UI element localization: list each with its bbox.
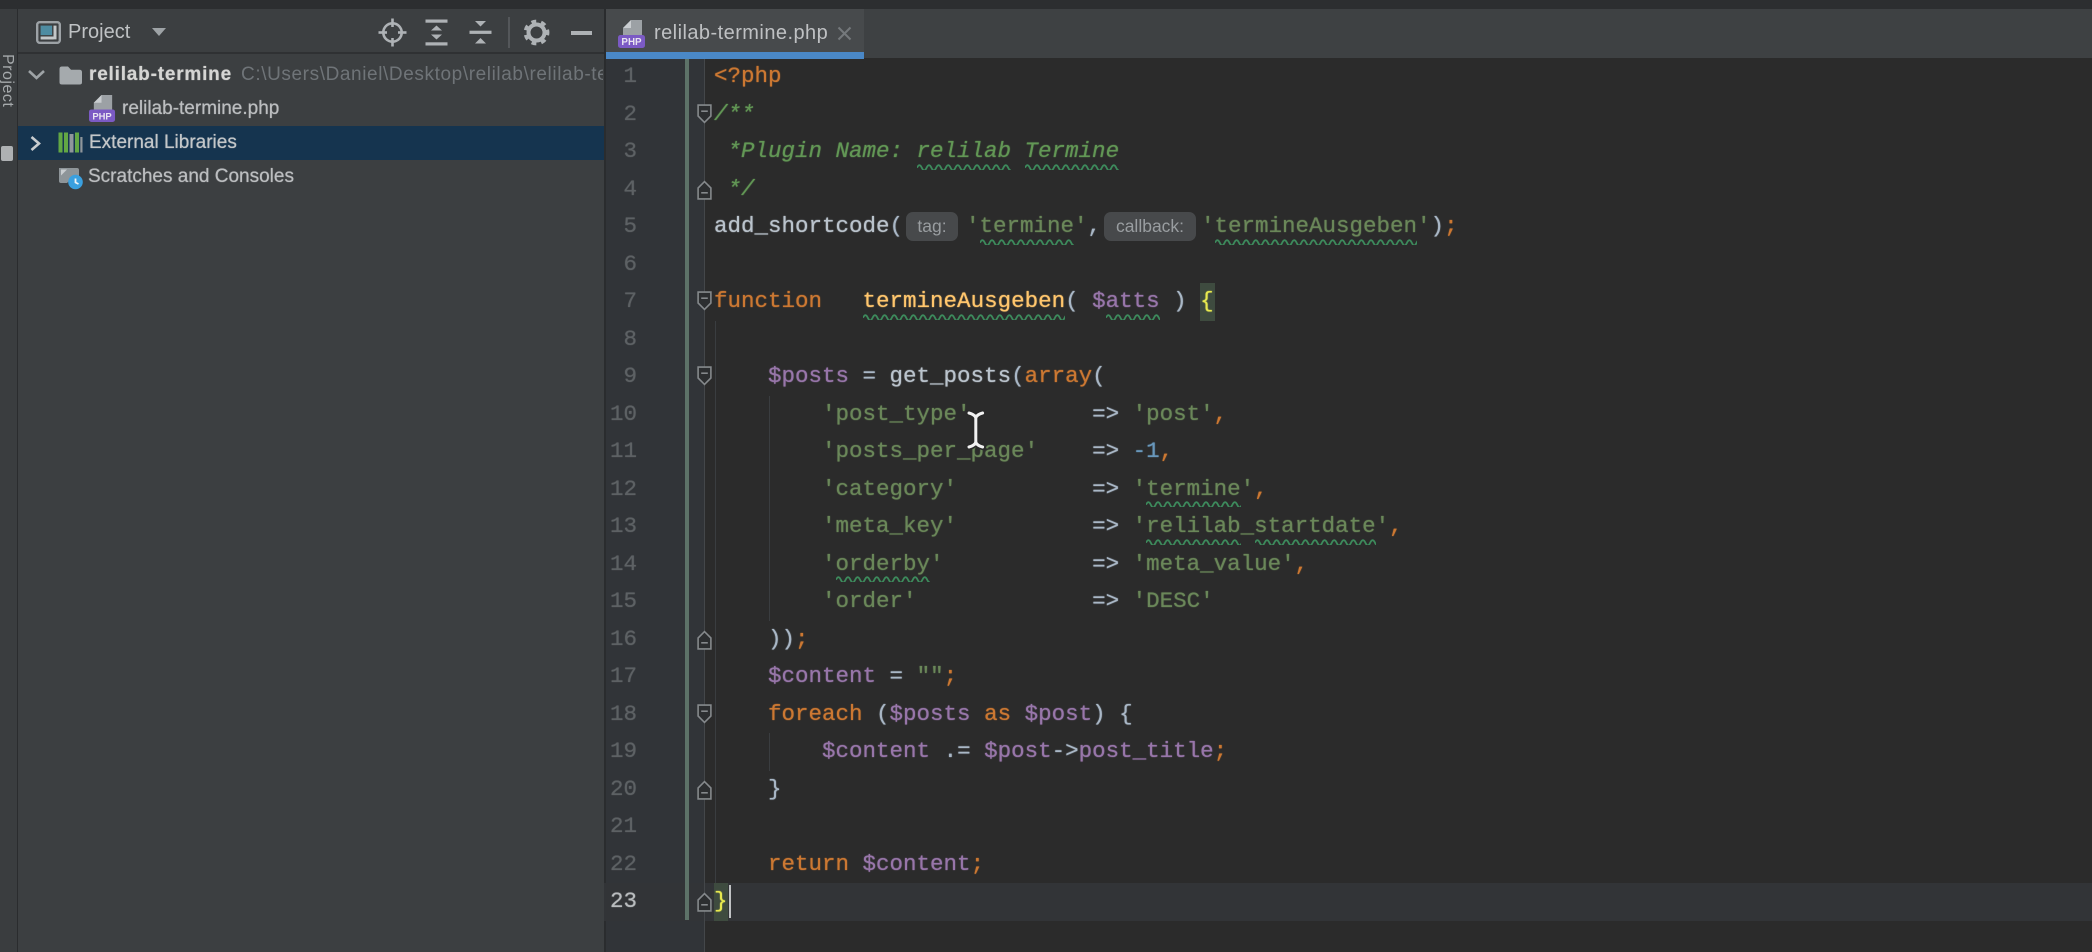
svg-text:PHP: PHP [621, 37, 642, 48]
svg-text:PHP: PHP [92, 111, 111, 122]
